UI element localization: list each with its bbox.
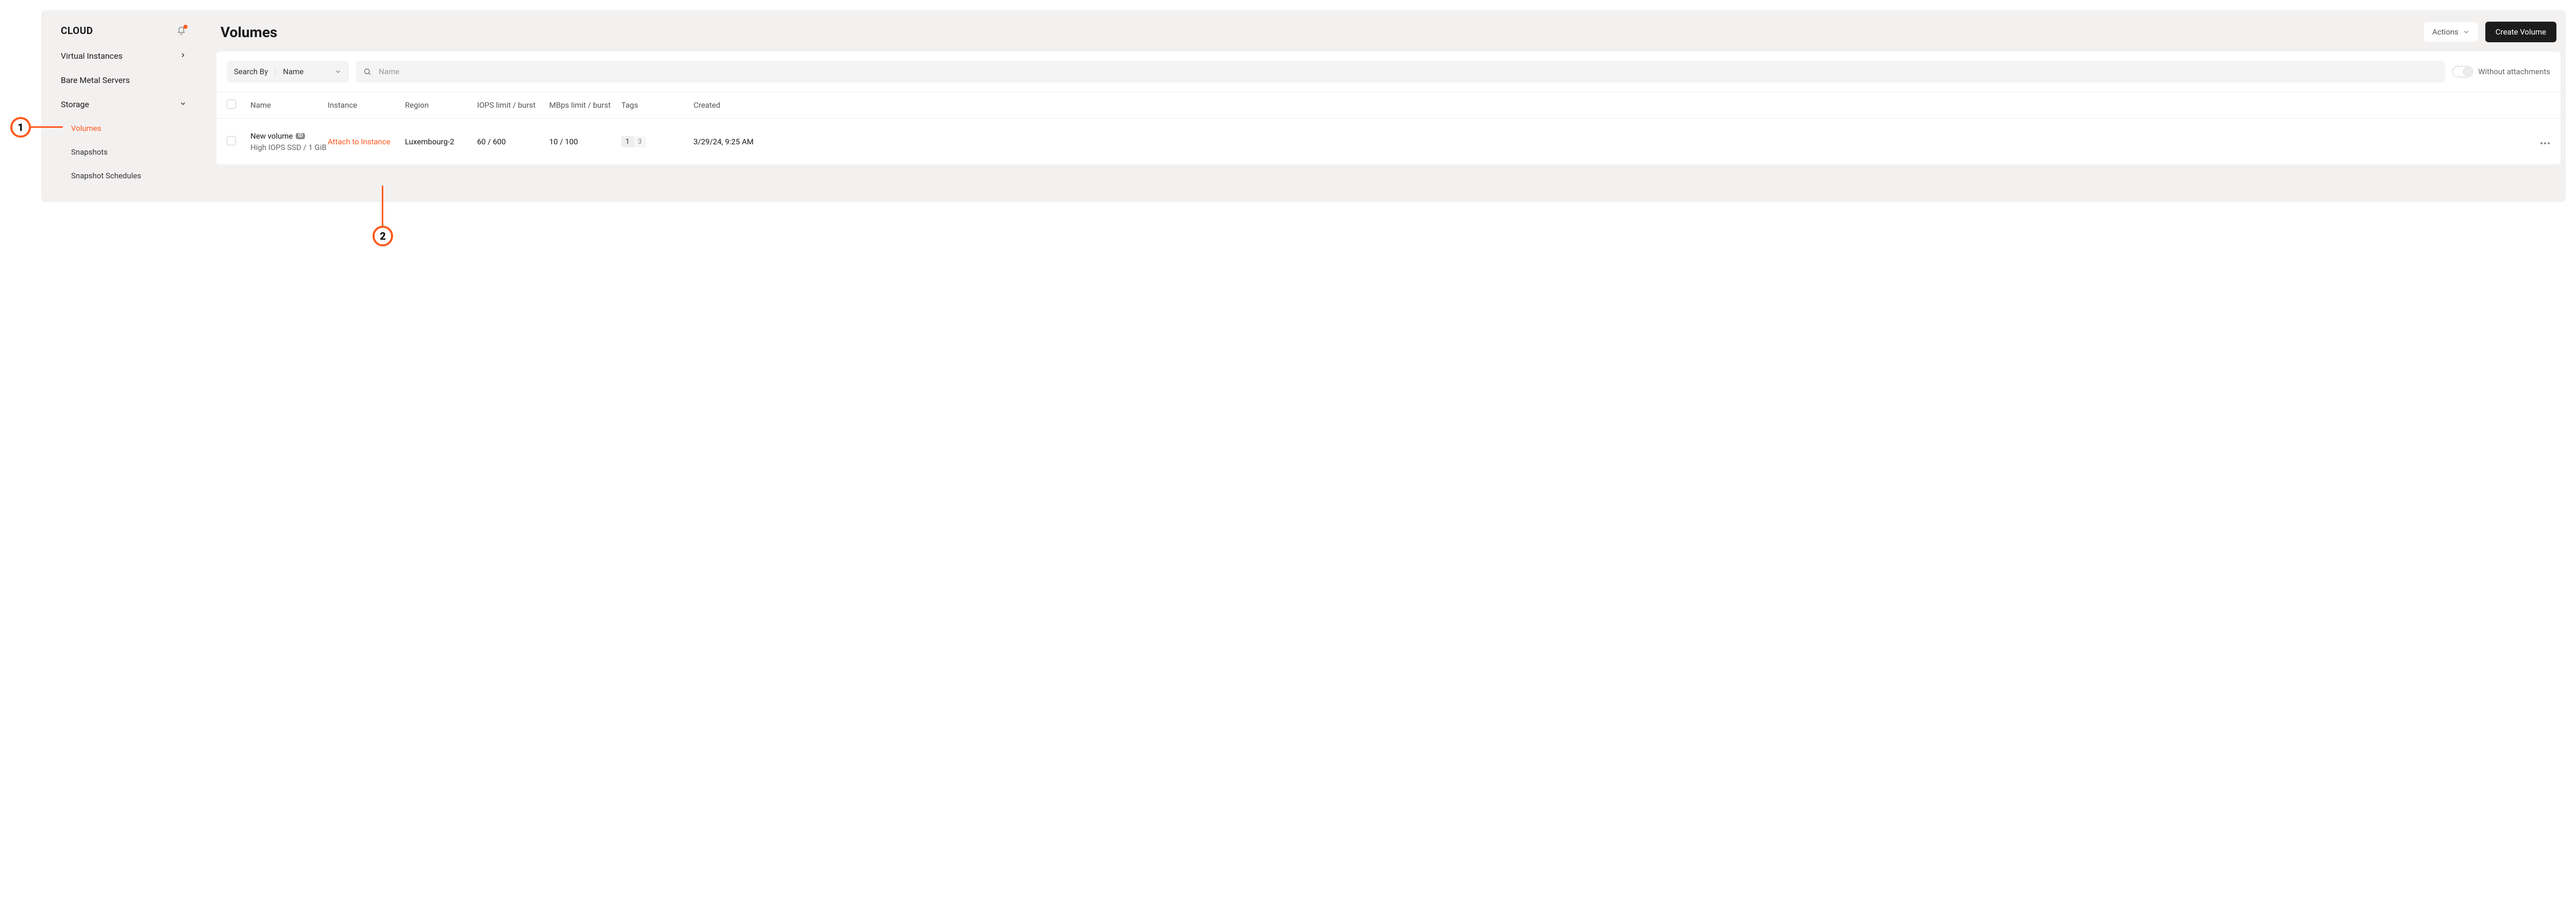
header-actions: Actions Create Volume xyxy=(2424,22,2556,42)
search-by-control: Search By Name xyxy=(227,61,349,82)
brand: CLOUD xyxy=(61,25,93,37)
nav-label: Snapshots xyxy=(71,147,108,157)
volume-name-cell: New volume ID High IOPS SSD / 1 GiB xyxy=(250,131,328,152)
search-input[interactable] xyxy=(378,66,2438,77)
select-all-checkbox[interactable] xyxy=(227,99,236,109)
col-name: Name xyxy=(250,101,328,110)
col-mbps: MBps limit / burst xyxy=(549,101,621,110)
without-attachments-filter: Without attachments xyxy=(2452,66,2550,77)
create-volume-button[interactable]: Create Volume xyxy=(2485,22,2556,42)
chevron-down-icon xyxy=(334,68,342,75)
id-badge[interactable]: ID xyxy=(296,133,304,139)
search-field[interactable] xyxy=(356,61,2445,82)
row-checkbox[interactable] xyxy=(227,136,236,145)
tag-value: 3 xyxy=(634,136,646,147)
volume-subtitle: High IOPS SSD / 1 GiB xyxy=(250,143,328,152)
callout-2-number: 2 xyxy=(380,230,386,242)
sidebar-item-volumes[interactable]: Volumes xyxy=(46,116,201,140)
search-icon xyxy=(363,68,371,76)
col-region: Region xyxy=(405,101,477,110)
nav-label: Virtual Instances xyxy=(61,51,123,61)
content-panel: Search By Name Without a xyxy=(216,52,2561,165)
nav-label: Storage xyxy=(61,99,89,109)
callout-1: 1 xyxy=(10,117,31,138)
sidebar: CLOUD Virtual Instances Bare Metal Serve… xyxy=(46,15,201,197)
nav-storage[interactable]: Storage xyxy=(46,92,201,116)
sidebar-item-snapshot-schedules[interactable]: Snapshot Schedules xyxy=(46,164,201,188)
table-row: New volume ID High IOPS SSD / 1 GiB Atta… xyxy=(216,119,2561,165)
callout-2: 2 xyxy=(372,226,393,246)
region-cell: Luxembourg-2 xyxy=(405,137,477,146)
col-tags: Tags xyxy=(621,101,693,110)
search-by-select[interactable]: Name xyxy=(276,67,342,76)
main-header: Volumes Actions Create Volume xyxy=(216,15,2561,52)
table-header: Name Instance Region IOPS limit / burst … xyxy=(216,92,2561,119)
attach-to-instance-link[interactable]: Attach to Instance xyxy=(328,137,391,146)
tag-key: 1 xyxy=(621,136,634,147)
notifications-bell[interactable] xyxy=(176,26,187,36)
notification-dot-icon xyxy=(183,25,188,29)
toggle-knob-icon xyxy=(2463,68,2471,76)
page-title: Volumes xyxy=(221,24,277,41)
app-frame: 1 2 CLOUD Virtual Instances Bare Metal S… xyxy=(41,10,2566,202)
col-iops: IOPS limit / burst xyxy=(477,101,549,110)
without-attachments-label: Without attachments xyxy=(2478,67,2550,76)
mbps-cell: 10 / 100 xyxy=(549,137,621,146)
actions-dropdown[interactable]: Actions xyxy=(2424,22,2478,42)
chevron-right-icon xyxy=(179,51,187,61)
volume-name: New volume xyxy=(250,131,293,141)
nav-virtual-instances[interactable]: Virtual Instances xyxy=(46,44,201,68)
chevron-down-icon xyxy=(2463,28,2470,36)
iops-cell: 60 / 600 xyxy=(477,137,549,146)
col-created: Created xyxy=(693,101,2524,110)
nav-bare-metal[interactable]: Bare Metal Servers xyxy=(46,68,201,92)
search-by-value: Name xyxy=(283,67,303,76)
volumes-table: Name Instance Region IOPS limit / burst … xyxy=(216,92,2561,165)
nav-label: Snapshot Schedules xyxy=(71,171,141,180)
actions-label: Actions xyxy=(2432,27,2459,37)
chevron-down-icon xyxy=(179,99,187,109)
callout-2-line xyxy=(382,186,383,227)
sidebar-header: CLOUD xyxy=(46,25,201,44)
search-by-label: Search By xyxy=(234,67,276,76)
main: Volumes Actions Create Volume Search By … xyxy=(201,15,2561,197)
col-instance: Instance xyxy=(328,101,405,110)
tag-badge[interactable]: 1 3 xyxy=(621,136,646,147)
ellipsis-icon xyxy=(2540,142,2550,145)
nav-label: Bare Metal Servers xyxy=(61,75,130,85)
filter-row: Search By Name Without a xyxy=(216,52,2561,92)
without-attachments-toggle[interactable] xyxy=(2452,66,2473,77)
sidebar-item-snapshots[interactable]: Snapshots xyxy=(46,140,201,164)
callout-1-number: 1 xyxy=(18,121,24,133)
nav-label: Volumes xyxy=(71,124,101,133)
created-cell: 3/29/24, 9:25 AM xyxy=(693,137,2524,146)
row-actions-menu[interactable] xyxy=(2540,135,2550,148)
callout-1-line xyxy=(31,126,63,128)
